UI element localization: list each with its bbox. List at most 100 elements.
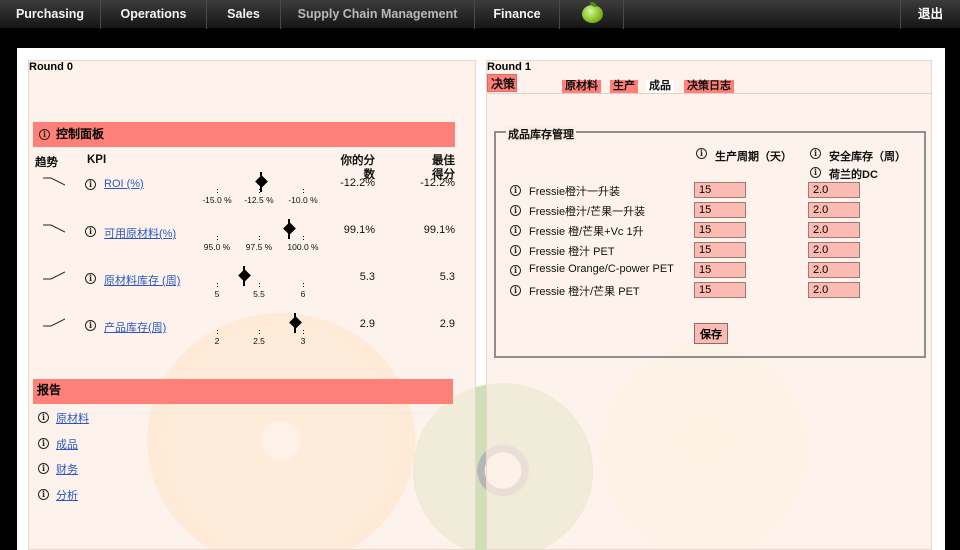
trend-up-icon <box>43 271 65 280</box>
info-icon[interactable]: i <box>510 245 521 256</box>
gauge-tick-label: 95.0 % <box>203 242 231 252</box>
trend-down-icon <box>43 224 65 233</box>
gauge-tick-label: 6 <box>300 289 306 299</box>
gauge-marker <box>282 222 296 235</box>
production-cycle-input[interactable] <box>694 202 746 218</box>
info-icon[interactable]: i <box>85 226 96 237</box>
nav-purchasing[interactable]: Purchasing <box>0 0 101 29</box>
info-icon[interactable]: i <box>39 129 50 140</box>
nav-operations[interactable]: Operations <box>101 0 207 29</box>
best-score-value: 99.1% <box>423 224 455 236</box>
gauge-tick-label: 100.0 % <box>287 242 319 252</box>
kpi-gauge: 5 5.5 6 <box>215 266 337 299</box>
tab-divider <box>487 93 931 94</box>
info-icon[interactable]: i <box>85 273 96 284</box>
save-button[interactable]: 保存 <box>694 323 728 344</box>
product-name: Fressie 橙汁/芒果 PET <box>529 286 640 298</box>
info-icon[interactable]: i <box>38 488 49 500</box>
kpi-gauge: -15.0 % -12.5 % -10.0 % <box>202 172 337 205</box>
best-score-value: -12.2% <box>420 177 455 189</box>
gauge-tick-label: -10.0 % <box>288 195 318 205</box>
info-icon[interactable]: i <box>510 205 521 216</box>
safety-stock-input[interactable] <box>808 242 860 258</box>
info-icon[interactable]: i <box>38 412 49 423</box>
kpi-link[interactable]: 原材料库存 (周) <box>104 272 180 288</box>
product-name: Fressie 橙/芒果+Vc 1升 <box>529 226 644 238</box>
production-cycle-input[interactable] <box>694 262 746 278</box>
round-title: Round 1 <box>487 61 531 73</box>
info-icon[interactable]: i <box>810 167 821 178</box>
report-link[interactable]: 原材料 <box>56 410 89 426</box>
report-link[interactable]: 财务 <box>56 461 78 477</box>
gauge-marker <box>254 175 268 188</box>
sub-tab[interactable]: 决策日志 <box>684 80 734 93</box>
info-icon[interactable]: i <box>85 320 96 331</box>
sub-tab[interactable]: 成品 <box>646 80 674 93</box>
report-link[interactable]: 分析 <box>56 487 78 503</box>
your-score-value: 5.3 <box>359 271 375 283</box>
trend-up-icon <box>43 318 65 327</box>
your-score-value: 2.9 <box>359 318 375 330</box>
your-score-value: -12.2% <box>340 177 375 189</box>
info-icon[interactable]: i <box>696 148 707 159</box>
product-name: Fressie 橙汁 PET <box>529 246 615 258</box>
gauge-tick-label: 2 <box>214 336 220 346</box>
left-panel: Round 0 i 控制面板 趋势 KPI 你的分数 最佳得分 i ROI (%)… <box>28 60 476 550</box>
production-cycle-input[interactable] <box>694 182 746 198</box>
netherlands-dc-header: 荷兰的DC <box>829 169 878 181</box>
product-name: Fressie橙汁/芒果一升装 <box>529 206 646 218</box>
info-icon[interactable]: i <box>510 265 521 276</box>
exit-button[interactable]: 退出 <box>900 0 960 29</box>
info-icon[interactable]: i <box>510 225 521 236</box>
trend-down-icon <box>43 177 65 186</box>
production-cycle-input[interactable] <box>694 242 746 258</box>
best-score-value: 5.3 <box>439 271 455 283</box>
gauge-marker <box>237 269 251 282</box>
info-icon[interactable]: i <box>510 285 521 296</box>
production-cycle-header: 生产周期（天） <box>715 151 792 163</box>
info-icon[interactable]: i <box>38 463 49 474</box>
kpi-header: KPI <box>87 154 107 166</box>
control-panel-header: i 控制面板 <box>33 122 455 147</box>
nav-finance[interactable]: Finance <box>475 0 560 29</box>
gauge-tick-label: 2.5 <box>253 336 265 346</box>
trend-header: 趋势 <box>35 157 58 169</box>
gauge-tick-label: 5.5 <box>253 289 265 299</box>
nav-sales[interactable]: Sales <box>207 0 281 29</box>
kpi-link[interactable]: 产品库存(周) <box>104 319 166 335</box>
product-name: Fressie Orange/C-power PET <box>529 263 674 275</box>
safety-stock-input[interactable] <box>808 202 860 218</box>
safety-stock-input[interactable] <box>808 182 860 198</box>
kpi-link[interactable]: ROI (%) <box>104 178 144 190</box>
round-title: Round 0 <box>29 61 73 73</box>
production-cycle-input[interactable] <box>694 222 746 238</box>
info-icon[interactable]: i <box>510 185 521 196</box>
main-content: Round 0 i 控制面板 趋势 KPI 你的分数 最佳得分 i ROI (%)… <box>17 48 945 550</box>
safety-stock-input[interactable] <box>808 262 860 278</box>
gauge-tick-label: 97.5 % <box>245 242 273 252</box>
safety-stock-input[interactable] <box>808 282 860 298</box>
info-icon[interactable]: i <box>38 437 49 449</box>
safety-stock-input[interactable] <box>808 222 860 238</box>
sub-tab[interactable]: 原材料 <box>562 80 601 93</box>
decision-tab[interactable]: 决策 <box>487 74 517 92</box>
top-nav: Purchasing Operations Sales Supply Chain… <box>0 0 960 29</box>
report-link[interactable]: 成品 <box>56 436 78 452</box>
gauge-marker <box>288 316 302 329</box>
finished-goods-inventory-fieldset: 成品库存管理 i 生产周期（天） i 安全库存（周） i 荷兰的DC i Fres… <box>494 126 926 358</box>
control-panel-title: 控制面板 <box>56 127 105 141</box>
info-icon[interactable]: i <box>810 148 821 159</box>
apple-logo-icon[interactable] <box>560 0 624 29</box>
right-panel: Round 1 决策 原材料 生产 成品 决策日志 成品库存管理 i 生产周期（天） … <box>486 60 932 550</box>
production-cycle-input[interactable] <box>694 282 746 298</box>
sub-tab[interactable]: 生产 <box>610 80 638 93</box>
fieldset-title: 成品库存管理 <box>506 126 576 142</box>
product-name: Fressie橙汁一升装 <box>529 186 621 198</box>
nav-supply-chain-management[interactable]: Supply Chain Management <box>281 0 475 29</box>
your-score-value: 99.1% <box>343 224 375 236</box>
info-icon[interactable]: i <box>85 179 96 190</box>
reports-header: 报告 <box>33 379 453 404</box>
kpi-link[interactable]: 可用原材料(%) <box>104 225 176 241</box>
best-score-value: 2.9 <box>439 318 455 330</box>
kpi-gauge: 95.0 % 97.5 % 100.0 % <box>204 219 337 252</box>
